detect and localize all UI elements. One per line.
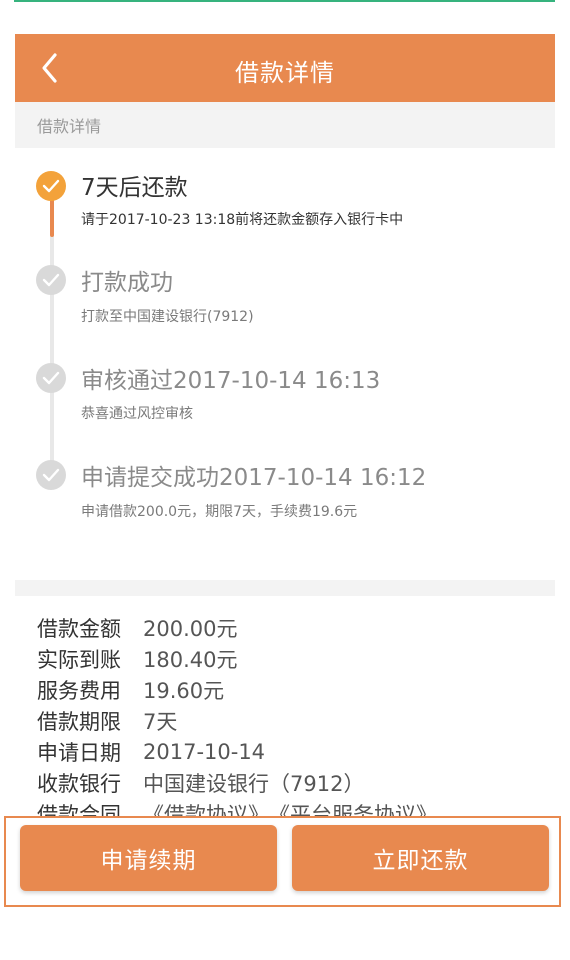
detail-value: 19.60元	[143, 678, 225, 703]
detail-value: 2017-10-14	[143, 739, 266, 764]
detail-value: 7天	[143, 709, 178, 734]
section-label: 借款详情	[15, 102, 555, 148]
detail-row-loan-term: 借款期限 7天	[37, 705, 177, 736]
step-desc: 恭喜通过风控审核	[81, 406, 193, 422]
screen: 借款详情 借款详情 7天后还款 请于2017-10-23 13:18前将还款金额…	[0, 0, 570, 960]
detail-label: 实际到账	[37, 647, 121, 672]
page-title: 借款详情	[235, 58, 335, 87]
detail-value: 180.40元	[143, 647, 238, 672]
chevron-left-icon	[42, 53, 57, 83]
renew-button[interactable]: 申请续期	[20, 825, 277, 891]
detail-label: 借款金额	[37, 616, 121, 641]
detail-row-receiving-bank: 收款银行 中国建设银行（7912）	[37, 767, 364, 798]
step-dot-done	[36, 265, 66, 295]
repay-now-button[interactable]: 立即还款	[292, 825, 549, 891]
section-divider	[15, 580, 555, 596]
step-title: 7天后还款	[81, 175, 188, 201]
back-button[interactable]	[33, 50, 67, 86]
detail-row-loan-amount: 借款金额 200.00元	[37, 612, 237, 643]
check-icon	[42, 371, 60, 385]
bottom-action-bar: 申请续期 立即还款	[4, 816, 561, 907]
step-title: 打款成功	[81, 270, 173, 296]
step-dot-active	[36, 171, 66, 201]
step-title: 审核通过2017-10-14 16:13	[81, 368, 381, 394]
platform-service-agreement-link[interactable]: 《平台服务协议》	[269, 799, 437, 817]
check-icon	[42, 273, 60, 287]
detail-row-actual-received: 实际到账 180.40元	[37, 643, 237, 674]
step-desc: 申请借款200.0元，期限7天，手续费19.6元	[81, 504, 358, 520]
loan-agreement-link[interactable]: 《借款协议》	[143, 799, 269, 817]
top-divider	[14, 0, 555, 2]
detail-label: 收款银行	[37, 771, 121, 796]
detail-label: 借款合同	[37, 802, 121, 817]
detail-label: 申请日期	[37, 740, 121, 765]
detail-row-apply-date: 申请日期 2017-10-14	[37, 736, 265, 767]
detail-value: 中国建设银行（7912）	[143, 771, 365, 796]
progress-timeline: 7天后还款 请于2017-10-23 13:18前将还款金额存入银行卡中 打款成…	[15, 148, 555, 580]
loan-details: 借款金额 200.00元 实际到账 180.40元 服务费用 19.60元 借款…	[15, 596, 555, 817]
step-desc: 打款至中国建设银行(7912)	[81, 309, 254, 325]
detail-value: 200.00元	[143, 616, 238, 641]
detail-row-loan-contract: 借款合同 《借款协议》 《平台服务协议》	[37, 798, 437, 817]
header-bar: 借款详情	[15, 34, 555, 102]
detail-label: 服务费用	[37, 678, 121, 703]
detail-row-service-fee: 服务费用 19.60元	[37, 674, 224, 705]
detail-label: 借款期限	[37, 709, 121, 734]
step-title: 申请提交成功2017-10-14 16:12	[81, 465, 427, 491]
step-desc: 请于2017-10-23 13:18前将还款金额存入银行卡中	[81, 212, 404, 228]
check-icon	[42, 468, 60, 482]
check-icon	[42, 179, 60, 193]
step-dot-done	[36, 460, 66, 490]
step-dot-done	[36, 363, 66, 393]
